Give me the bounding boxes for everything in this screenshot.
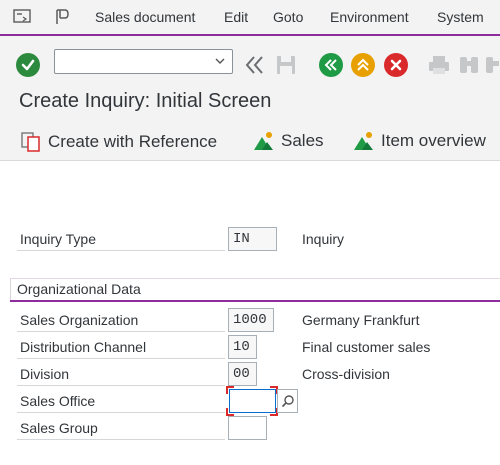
menu-goto[interactable]: Goto — [273, 9, 303, 25]
cancel-button[interactable] — [384, 53, 408, 77]
item-overview-label: Item overview — [381, 131, 486, 150]
inquiry-type-label: Inquiry Type — [17, 227, 225, 251]
checkmark-icon — [21, 59, 35, 71]
menu-options-icon[interactable] — [12, 7, 32, 27]
sales-office-label: Sales Office — [17, 389, 225, 413]
distribution-channel-label: Distribution Channel — [17, 335, 225, 359]
menu-environment[interactable]: Environment — [330, 9, 409, 25]
command-input[interactable] — [59, 51, 213, 74]
page-title: Create Inquiry: Initial Screen — [19, 90, 272, 112]
chevron-down-icon[interactable] — [214, 55, 226, 67]
division-description: Cross-division — [302, 366, 390, 382]
create-with-reference-label: Create with Reference — [48, 132, 218, 151]
distribution-channel-description: Final customer sales — [302, 339, 431, 355]
group-border — [10, 278, 11, 301]
create-with-reference-button[interactable]: Create with Reference — [20, 131, 217, 153]
exit-icon — [357, 58, 369, 71]
menu-bar: Sales document Edit Goto Environment Sys… — [0, 0, 500, 36]
org-data-group-title: Organizational Data — [17, 281, 141, 297]
inquiry-type-description: Inquiry — [302, 231, 345, 247]
back-double-icon[interactable] — [243, 53, 267, 77]
sales-org-field[interactable]: 1000 — [228, 308, 274, 332]
find-next-icon[interactable] — [484, 53, 500, 77]
sales-org-label: Sales Organization — [17, 308, 225, 332]
sales-org-description: Germany Frankfurt — [302, 312, 420, 328]
sales-office-value-help-button[interactable] — [277, 389, 298, 413]
division-field[interactable]: 00 — [228, 362, 257, 386]
mountain-icon — [354, 132, 373, 150]
search-icon — [281, 395, 294, 408]
copy-document-icon — [21, 132, 40, 152]
item-overview-button[interactable]: Item overview — [353, 131, 486, 151]
inquiry-type-field[interactable]: IN — [228, 227, 277, 251]
distribution-channel-field[interactable]: 10 — [228, 335, 257, 359]
exit-button[interactable] — [351, 53, 375, 77]
user-menu-icon[interactable] — [52, 7, 72, 27]
sales-button[interactable]: Sales — [253, 131, 324, 151]
menu-system[interactable]: System — [437, 9, 484, 25]
menu-sales-document[interactable]: Sales document — [95, 9, 195, 25]
division-label: Division — [17, 362, 225, 386]
sales-office-field[interactable] — [229, 389, 276, 413]
save-icon[interactable] — [274, 53, 298, 77]
sales-group-field[interactable] — [228, 416, 267, 440]
menu-edit[interactable]: Edit — [224, 9, 248, 25]
command-field[interactable] — [54, 49, 233, 74]
close-icon — [390, 59, 402, 71]
sales-label: Sales — [281, 131, 324, 150]
back-icon — [324, 59, 337, 71]
group-underline — [10, 300, 500, 302]
sales-group-label: Sales Group — [17, 416, 225, 440]
group-divider — [10, 278, 500, 279]
print-icon[interactable] — [426, 53, 452, 77]
find-icon[interactable] — [458, 53, 480, 77]
mountain-icon — [254, 132, 273, 150]
back-button[interactable] — [319, 53, 343, 77]
enter-button[interactable] — [16, 53, 40, 77]
